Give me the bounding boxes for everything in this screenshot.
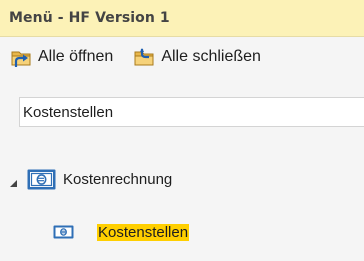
tree-node-label: Kostenrechnung [63,170,173,188]
collapse-folder-icon [133,46,156,69]
search-input[interactable] [23,100,353,124]
search-field[interactable] [19,97,364,127]
money-bill-icon [53,225,74,239]
expanded-arrow-icon[interactable] [9,175,18,187]
open-all-label: Alle öffnen [38,48,114,65]
tree-node-label-highlighted: Kostenstellen [97,223,190,241]
close-all-button[interactable]: Alle schließen [133,44,261,70]
money-bill-icon [27,169,56,190]
tree-node-kostenstellen[interactable]: Kostenstellen [53,219,190,245]
open-all-button[interactable]: Alle öffnen [10,44,113,70]
window-titlebar: Menü - HF Version 1 [0,0,364,37]
tree-node-kostenrechnung[interactable]: Kostenrechnung [9,166,172,192]
close-all-label: Alle schließen [161,48,261,65]
toolbar: Alle öffnen Alle schließen [0,38,364,76]
window-title: Menü - HF Version 1 [9,10,170,26]
expand-folder-icon [10,46,33,69]
